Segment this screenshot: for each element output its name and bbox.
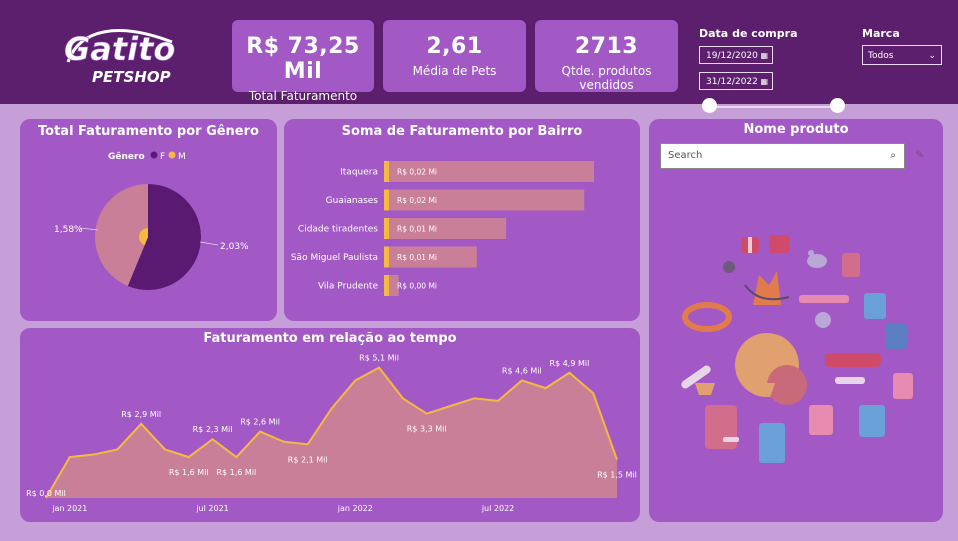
bairro-bar-panel: Soma de Faturamento por Bairro Itaquera R…: [284, 119, 640, 321]
bar-accent: [384, 275, 389, 296]
date-start-value: 19/12/2020: [706, 51, 758, 61]
data-label: R$ 1,5 Mil: [597, 471, 637, 480]
data-label: R$ 4,9 Mil: [550, 359, 590, 368]
bar-accent: [384, 218, 389, 239]
gender-pie-panel: Total Faturamento por Gênero Gênero F M …: [20, 119, 277, 321]
brand-subname: PETSHOP: [92, 68, 171, 86]
bar-category-label: Guaianases: [326, 196, 379, 206]
search-input[interactable]: Search ⌕: [660, 143, 905, 169]
x-tick-label: jan 2021: [51, 504, 87, 513]
data-label: R$ 2,3 Mil: [193, 425, 233, 434]
brand-logo: Gatito PETSHOP: [64, 29, 176, 86]
panel-title: Nome produto: [743, 122, 849, 137]
pie-label-m: 1,58%: [54, 225, 83, 235]
brand-select-value: Todos: [868, 51, 894, 61]
date-end-input[interactable]: 31/12/2022 ▦: [699, 72, 773, 90]
data-label: R$ 4,6 Mil: [502, 366, 542, 375]
search-placeholder: Search: [668, 150, 703, 161]
kpi-value: 2,61: [426, 34, 483, 59]
kpi-label: Média de Pets: [412, 64, 497, 78]
data-label: R$ 2,6 Mil: [240, 418, 280, 427]
time-area-chart: jan 2021 jul 2021 jan 2022 jul 2022 R$ 0,0 M…: [26, 354, 637, 513]
bar-category-label: São Miguel Paulista: [291, 253, 378, 263]
kpi-value: R$ 73,25 Mil: [246, 34, 360, 84]
pet-tag-icon: [799, 295, 849, 328]
data-label: R$ 2,1 Mil: [288, 455, 328, 464]
brand-filter-title: Marca: [862, 27, 900, 40]
eraser-icon[interactable]: ✎: [915, 148, 924, 161]
bar-category-label: Cidade tiradentes: [298, 225, 378, 235]
bar-accent: [384, 246, 389, 268]
brand-name: Gatito: [64, 30, 175, 68]
paw-icon: [723, 261, 735, 273]
legend-label-m: M: [178, 152, 186, 162]
search-icon[interactable]: ⌕: [890, 144, 896, 168]
cat-food-bag-icon: [864, 293, 907, 349]
data-label: R$ 1,6 Mil: [216, 468, 256, 477]
data-label: R$ 5,1 Mil: [359, 354, 399, 363]
kpi-value: 2713: [574, 34, 639, 59]
kpi-qtde-produtos: 2713 Qtde. produtos vendidos: [535, 20, 678, 92]
legend-swatch-m: [168, 151, 176, 159]
brand-select[interactable]: Todos ⌄: [862, 45, 942, 65]
food-bowl-icon: [695, 383, 775, 395]
bar-value-label: R$ 0,01 Mi: [397, 253, 437, 262]
legend-label-f: F: [160, 152, 165, 162]
date-end-value: 31/12/2022: [706, 77, 758, 87]
data-label: R$ 1,6 Mil: [169, 468, 209, 477]
x-tick-label: jul 2022: [481, 504, 514, 513]
slider-end-handle[interactable]: [830, 98, 845, 113]
x-tick-label: jul 2021: [195, 504, 228, 513]
legend-swatch-f: [150, 151, 158, 159]
bar-accent: [384, 161, 389, 182]
kpi-label: Total Faturamento: [248, 89, 358, 103]
treat-bag-icon: [705, 405, 785, 463]
bar-value-label: R$ 0,00 Mi: [397, 282, 437, 291]
date-start-input[interactable]: 19/12/2020 ▦: [699, 46, 773, 64]
time-area-panel: Faturamento em relação ao tempo jan 2021…: [20, 328, 640, 522]
red-collar-icon: [825, 353, 881, 384]
red-jacket-icon: [741, 235, 789, 253]
bar-category-label: Itaquera: [340, 168, 378, 178]
pie-label-f: 2,03%: [220, 242, 249, 252]
mouse-toy-icon: [807, 250, 827, 268]
bar-accent: [384, 189, 389, 211]
data-label: R$ 3,3 Mil: [407, 425, 447, 434]
gender-pie-chart: Gênero F M 2,03% 1,58%: [54, 151, 249, 290]
bar-value-label: R$ 0,02 Mi: [397, 196, 437, 205]
bar-category-label: Vila Prudente: [318, 282, 378, 292]
x-tick-label: jan 2022: [337, 504, 373, 513]
chevron-down-icon: ⌄: [928, 51, 936, 61]
data-label: R$ 2,9 Mil: [121, 410, 161, 419]
pie-leader-f: [199, 241, 219, 246]
small-bone-icon: [723, 437, 739, 442]
calendar-icon[interactable]: ▦: [760, 73, 768, 91]
slider-start-handle[interactable]: [702, 98, 717, 113]
collar-icon: [682, 302, 732, 332]
date-filter-title: Data de compra: [699, 27, 798, 40]
kpi-total-faturamento: R$ 73,25 Mil Total Faturamento: [232, 20, 374, 103]
bar-value-label: R$ 0,02 Mi: [397, 168, 437, 177]
pie-leader-m: [79, 227, 99, 231]
calendar-icon[interactable]: ▦: [760, 47, 768, 65]
pet-food-bag-icon: [842, 253, 860, 277]
bairro-bar-chart: Itaquera R$ 0,02 Mi Guaianases R$ 0,02 Mi Ci…: [291, 161, 594, 296]
pet-products-illustration: [681, 235, 913, 463]
kpi-label: Qtde. produtos vendidos: [561, 64, 652, 92]
bar-value-label: R$ 0,01 Mi: [397, 225, 437, 234]
kpi-media-pets: 2,61 Média de Pets: [383, 20, 526, 92]
date-range-slider[interactable]: [709, 106, 838, 108]
legend-title: Gênero: [108, 151, 145, 162]
data-label: R$ 0,0 Mil: [26, 489, 66, 498]
